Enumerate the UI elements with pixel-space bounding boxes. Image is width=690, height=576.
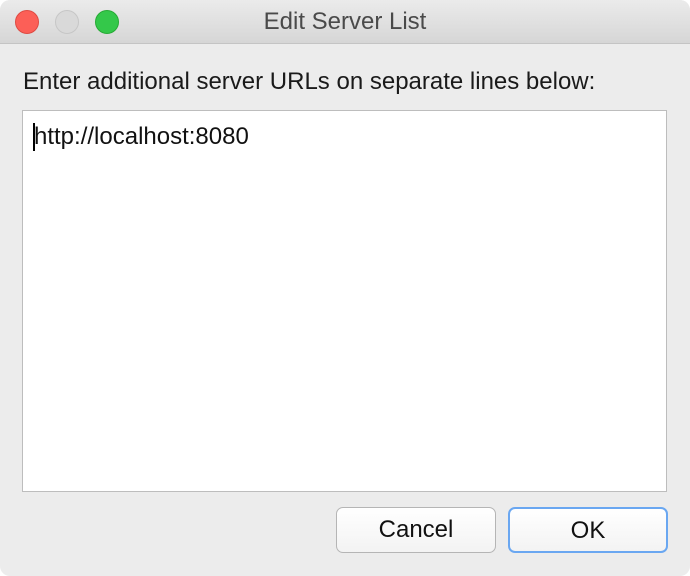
ok-button[interactable]: OK: [508, 507, 668, 553]
title-bar[interactable]: Edit Server List: [0, 0, 690, 44]
window-title: Edit Server List: [263, 8, 427, 35]
instruction-label: Enter additional server URLs on separate…: [23, 68, 596, 95]
cancel-button[interactable]: Cancel: [336, 507, 496, 553]
server-url-line: http://localhost:8080: [34, 123, 249, 150]
server-urls-textarea[interactable]: http://localhost:8080: [22, 110, 667, 492]
edit-server-list-dialog: Edit Server List Enter additional server…: [0, 0, 690, 576]
